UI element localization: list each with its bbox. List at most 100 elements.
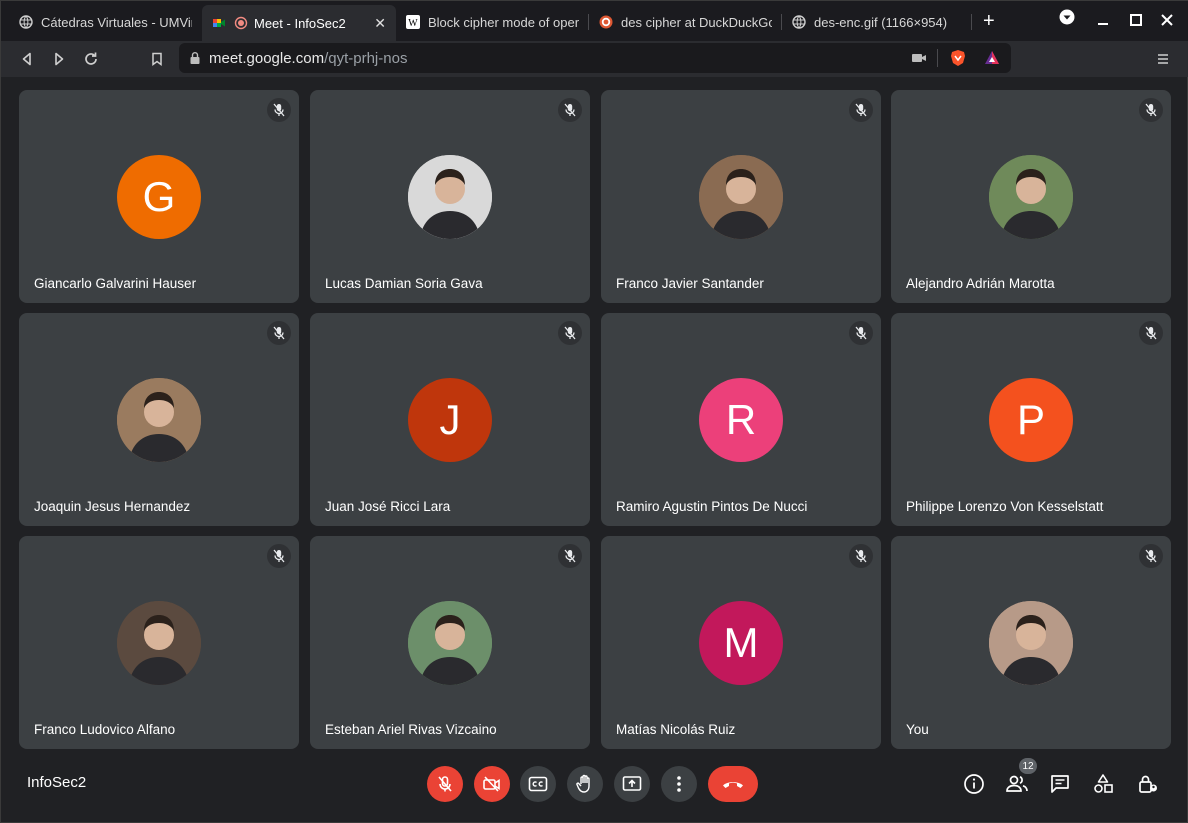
raise-hand-button[interactable] <box>567 766 603 802</box>
muted-mic-icon <box>558 321 582 345</box>
hand-icon <box>576 774 590 793</box>
avatar-initial: G <box>117 155 201 239</box>
participant-tile[interactable]: You <box>891 536 1171 749</box>
present-screen-icon <box>622 776 642 791</box>
participant-tile[interactable]: Franco Ludovico Alfano <box>19 536 299 749</box>
participant-tile[interactable]: Esteban Ariel Rivas Vizcaino <box>310 536 590 749</box>
participant-tile[interactable]: R Ramiro Agustin Pintos De Nucci <box>601 313 881 526</box>
muted-mic-icon <box>1139 98 1163 122</box>
brave-rewards-icon[interactable] <box>983 49 1001 71</box>
new-tab-button[interactable]: + <box>983 11 995 31</box>
leave-call-button[interactable] <box>708 766 758 802</box>
participant-name: Matías Nicolás Ruiz <box>616 722 736 737</box>
meet-icon <box>212 16 226 30</box>
camera-off-button[interactable] <box>474 766 510 802</box>
activities-button[interactable] <box>1090 771 1116 797</box>
participant-name: Franco Ludovico Alfano <box>34 722 176 737</box>
tab-strip: Cátedras Virtuales - UMVirt Meet - InfoS… <box>1 1 1188 41</box>
maximize-icon[interactable] <box>1130 13 1142 29</box>
chat-icon <box>1051 775 1069 793</box>
avatar-initial: R <box>699 378 783 462</box>
tab-duckduckgo[interactable]: des cipher at DuckDuckGo <box>589 7 782 37</box>
host-controls-button[interactable] <box>1135 771 1161 797</box>
avatar-initial: M <box>699 601 783 685</box>
muted-mic-icon <box>558 98 582 122</box>
avatar-initial: P <box>989 378 1073 462</box>
close-window-icon[interactable] <box>1161 13 1173 29</box>
chat-button[interactable] <box>1047 771 1073 797</box>
tab-wikipedia[interactable]: W Block cipher mode of operation <box>396 7 589 37</box>
avatar-initial: J <box>408 378 492 462</box>
participant-tile[interactable]: Joaquin Jesus Hernandez <box>19 313 299 526</box>
muted-mic-icon <box>849 544 873 568</box>
forward-icon[interactable] <box>47 47 71 71</box>
duckduckgo-icon <box>599 15 613 29</box>
participant-tile[interactable]: Franco Javier Santander <box>601 90 881 303</box>
muted-mic-icon <box>849 98 873 122</box>
tab-title: Block cipher mode of operation <box>428 14 579 30</box>
browser-toolbar: meet.google.com/qyt-prhj-nos <box>1 41 1188 77</box>
participant-name: Esteban Ariel Rivas Vizcaino <box>325 722 497 737</box>
lock-person-icon <box>1139 775 1157 793</box>
close-tab-icon[interactable]: ✕ <box>366 15 386 32</box>
participant-name: Franco Javier Santander <box>616 276 764 291</box>
captions-button[interactable] <box>520 766 556 802</box>
participant-tile[interactable]: Lucas Damian Soria Gava <box>310 90 590 303</box>
avatar-photo <box>117 378 201 462</box>
muted-mic-icon <box>1139 321 1163 345</box>
participant-name: Lucas Damian Soria Gava <box>325 276 483 291</box>
menu-icon[interactable] <box>1151 47 1175 71</box>
tab-title: des cipher at DuckDuckGo <box>621 14 772 30</box>
meeting-details-button[interactable] <box>961 771 987 797</box>
wikipedia-icon: W <box>406 15 420 29</box>
participant-tile[interactable]: Alejandro Adrián Marotta <box>891 90 1171 303</box>
back-icon[interactable] <box>15 47 39 71</box>
url-host: meet.google.com <box>209 49 325 67</box>
camera-in-use-icon[interactable] <box>911 51 927 69</box>
participant-name: Joaquin Jesus Hernandez <box>34 499 191 514</box>
lock-icon[interactable] <box>189 51 201 65</box>
people-icon <box>1006 775 1028 792</box>
reload-icon[interactable] <box>79 47 103 71</box>
tab-catedras[interactable]: Cátedras Virtuales - UMVirt <box>9 7 202 37</box>
globe-icon <box>792 15 806 29</box>
tab-title: des-enc.gif (1166×954) <box>814 14 948 30</box>
show-everyone-button[interactable] <box>1004 771 1030 797</box>
muted-mic-icon <box>267 98 291 122</box>
tab-meet[interactable]: Meet - InfoSec2 ✕ <box>202 5 396 41</box>
minimize-icon[interactable] <box>1097 13 1109 29</box>
muted-mic-icon <box>1139 544 1163 568</box>
avatar-photo <box>699 155 783 239</box>
muted-mic-icon <box>267 544 291 568</box>
tab-search-dropdown-icon[interactable] <box>1059 9 1075 28</box>
microphone-off-button[interactable] <box>427 766 463 802</box>
url-path: /qyt-prhj-nos <box>324 49 408 67</box>
participant-name: Giancarlo Galvarini Hauser <box>34 276 197 291</box>
tab-des-gif[interactable]: des-enc.gif (1166×954) <box>782 7 972 37</box>
muted-mic-icon <box>267 321 291 345</box>
participant-count-badge: 12 <box>1019 758 1037 774</box>
participant-tile[interactable]: G Giancarlo Galvarini Hauser <box>19 90 299 303</box>
svg-text:W: W <box>408 18 418 29</box>
meeting-title: InfoSec2 <box>27 774 87 791</box>
participant-tile[interactable]: P Philippe Lorenzo Von Kesselstatt <box>891 313 1171 526</box>
more-options-button[interactable] <box>661 766 697 802</box>
globe-icon <box>19 15 33 29</box>
browser-window: Cátedras Virtuales - UMVirt Meet - InfoS… <box>0 0 1188 823</box>
address-bar[interactable]: meet.google.com/qyt-prhj-nos <box>179 43 1011 73</box>
hang-up-icon <box>723 782 743 788</box>
bookmark-icon[interactable] <box>145 47 169 71</box>
avatar-photo <box>408 601 492 685</box>
participant-name: You <box>906 722 929 737</box>
participant-tile[interactable]: J Juan José Ricci Lara <box>310 313 590 526</box>
present-screen-button[interactable] <box>614 766 650 802</box>
tab-title: Cátedras Virtuales - UMVirt <box>41 14 192 30</box>
avatar-photo <box>989 601 1073 685</box>
avatar-photo <box>408 155 492 239</box>
participant-name: Ramiro Agustin Pintos De Nucci <box>616 499 808 514</box>
activities-icon <box>1094 774 1113 793</box>
muted-mic-icon <box>558 544 582 568</box>
participant-name: Alejandro Adrián Marotta <box>906 276 1055 291</box>
participant-tile[interactable]: M Matías Nicolás Ruiz <box>601 536 881 749</box>
brave-shields-icon[interactable] <box>949 49 967 71</box>
